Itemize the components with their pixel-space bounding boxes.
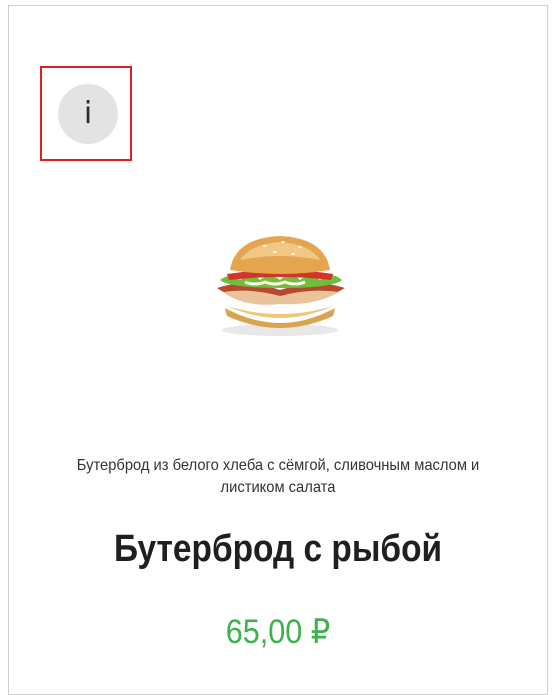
product-price: 65,00 ₽	[225, 613, 331, 651]
burger-image	[217, 236, 345, 336]
info-button[interactable]: i	[58, 84, 118, 144]
product-title: Бутерброд с рыбой	[113, 528, 443, 570]
product-description: Бутерброд из белого хлеба с сёмгой, слив…	[76, 457, 480, 496]
info-icon: i	[83, 96, 93, 131]
